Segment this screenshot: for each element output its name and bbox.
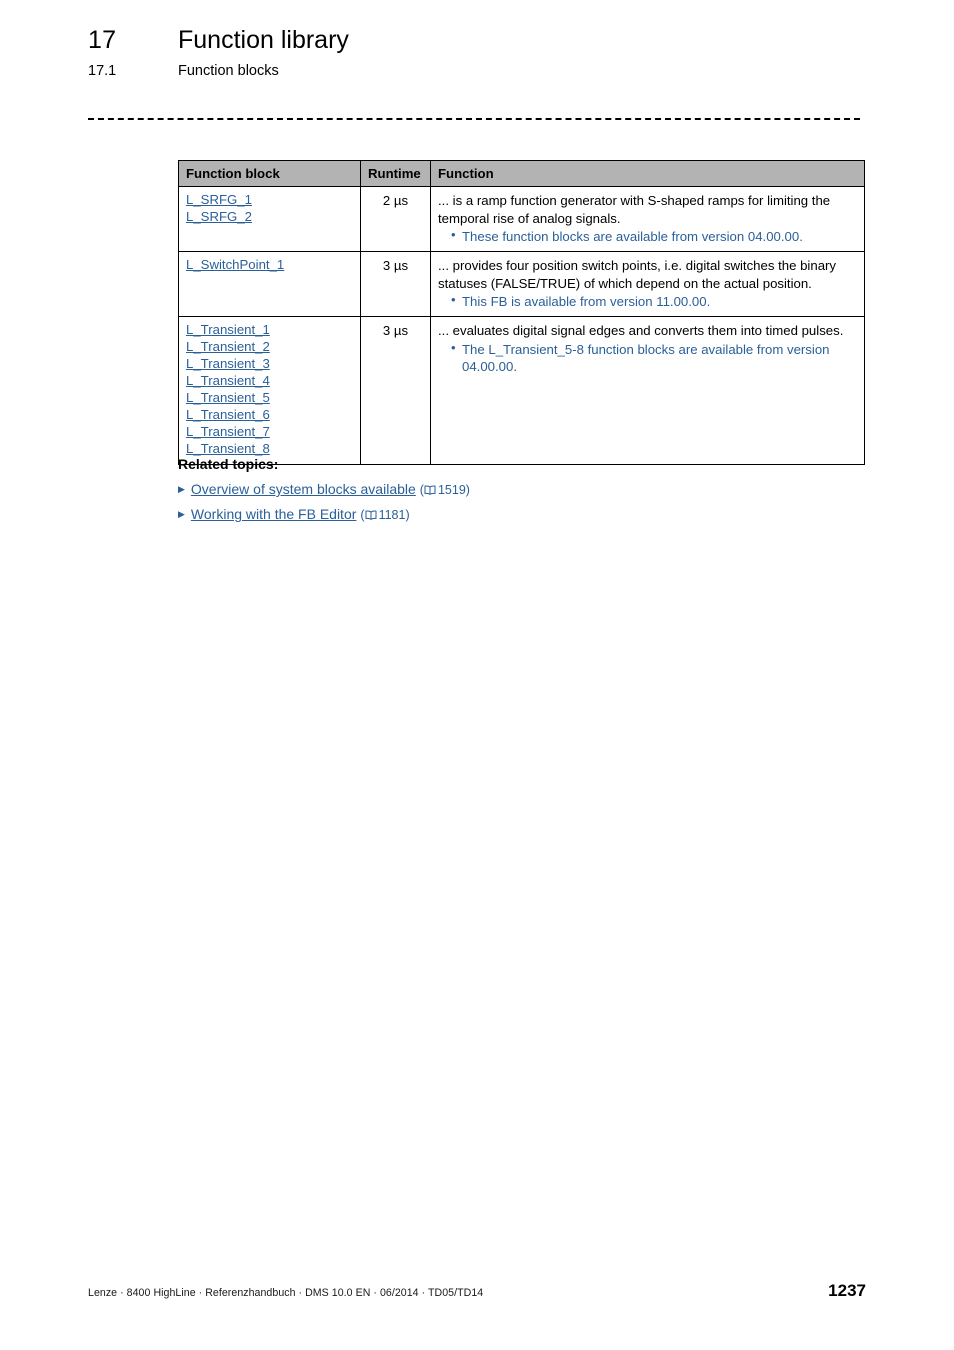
function-note: The L_Transient_5-8 function blocks are … <box>438 340 857 375</box>
related-topics-section: Related topics: ▶ Overview of system blo… <box>178 456 778 531</box>
table-body: L_SRFG_1 L_SRFG_2 2 µs ... is a ramp fun… <box>178 186 865 465</box>
cell-function: ... provides four position switch points… <box>430 251 865 318</box>
related-topic-item[interactable]: ▶ Overview of system blocks available (1… <box>178 481 778 498</box>
document-page: 17 Function library 17.1 Function blocks… <box>0 0 954 1350</box>
related-topics-title: Related topics: <box>178 456 279 472</box>
function-block-link[interactable]: L_SRFG_2 <box>186 209 353 226</box>
related-topic-link[interactable]: Overview of system blocks available <box>191 481 416 497</box>
triangle-bullet-icon: ▶ <box>178 484 185 494</box>
header-divider <box>88 118 860 120</box>
cell-function: ... is a ramp function generator with S-… <box>430 186 865 253</box>
function-block-link[interactable]: L_SwitchPoint_1 <box>186 257 353 274</box>
function-block-link[interactable]: L_Transient_5 <box>186 390 353 407</box>
function-block-table: Function block Runtime Function L_SRFG_1… <box>178 159 865 465</box>
function-block-link[interactable]: L_Transient_2 <box>186 339 353 356</box>
section-title: Function blocks <box>178 63 279 79</box>
chapter-title: Function library <box>178 26 349 54</box>
table-header: Function block Runtime Function <box>178 159 865 188</box>
page-reference-number: 1181 <box>378 508 406 522</box>
related-topic-link[interactable]: Working with the FB Editor <box>191 506 356 522</box>
function-block-link[interactable]: L_Transient_4 <box>186 373 353 390</box>
footer-document-info: Lenze · 8400 HighLine · Referenzhandbuch… <box>88 1287 484 1299</box>
page-reference-number: 1519 <box>437 483 466 497</box>
function-block-link[interactable]: L_SRFG_1 <box>186 192 353 209</box>
function-note: This FB is available from version 11.00.… <box>438 292 857 310</box>
page-footer: Lenze · 8400 HighLine · Referenzhandbuch… <box>88 1281 866 1301</box>
function-note-list: These function blocks are available from… <box>438 227 857 245</box>
book-icon <box>365 509 377 523</box>
chapter-number: 17 <box>88 26 117 54</box>
column-header-runtime: Runtime <box>360 159 431 188</box>
page-reference: (1519) <box>419 483 470 498</box>
cell-function: ... evaluates digital signal edges and c… <box>430 316 865 465</box>
chapter-heading: 17 Function library <box>88 26 888 55</box>
cell-function-blocks: L_Transient_1 L_Transient_2 L_Transient_… <box>178 316 361 465</box>
table-header-row: Function block Runtime Function <box>178 159 865 188</box>
function-note-list: The L_Transient_5-8 function blocks are … <box>438 340 857 375</box>
column-header-function: Function <box>430 159 865 188</box>
page-reference: (1181) <box>360 508 410 523</box>
function-block-link[interactable]: L_Transient_3 <box>186 356 353 373</box>
cell-runtime: 2 µs <box>360 186 431 253</box>
function-block-link[interactable]: L_Transient_7 <box>186 424 353 441</box>
function-block-link[interactable]: L_Transient_1 <box>186 322 353 339</box>
function-note: These function blocks are available from… <box>438 227 857 245</box>
cell-runtime: 3 µs <box>360 316 431 465</box>
function-description: ... provides four position switch points… <box>438 258 837 291</box>
cell-function-blocks: L_SRFG_1 L_SRFG_2 <box>178 186 361 253</box>
table-row: L_SwitchPoint_1 3 µs ... provides four p… <box>178 251 865 318</box>
footer-page-number: 1237 <box>828 1281 866 1300</box>
table-row: L_SRFG_1 L_SRFG_2 2 µs ... is a ramp fun… <box>178 186 865 253</box>
page-header: 17 Function library 17.1 Function blocks <box>88 26 888 79</box>
function-note-list: This FB is available from version 11.00.… <box>438 292 857 310</box>
section-number: 17.1 <box>88 63 117 79</box>
column-header-function-block: Function block <box>178 159 361 188</box>
cell-runtime: 3 µs <box>360 251 431 318</box>
related-topic-item[interactable]: ▶ Working with the FB Editor (1181) <box>178 506 778 523</box>
function-block-link[interactable]: L_Transient_8 <box>186 441 353 458</box>
table-row: L_Transient_1 L_Transient_2 L_Transient_… <box>178 316 865 465</box>
function-block-link[interactable]: L_Transient_6 <box>186 407 353 424</box>
function-description: ... evaluates digital signal edges and c… <box>438 323 844 339</box>
triangle-bullet-icon: ▶ <box>178 509 185 519</box>
cell-function-blocks: L_SwitchPoint_1 <box>178 251 361 318</box>
section-heading: 17.1 Function blocks <box>88 63 888 79</box>
function-description: ... is a ramp function generator with S-… <box>438 193 831 226</box>
book-icon <box>424 484 436 498</box>
